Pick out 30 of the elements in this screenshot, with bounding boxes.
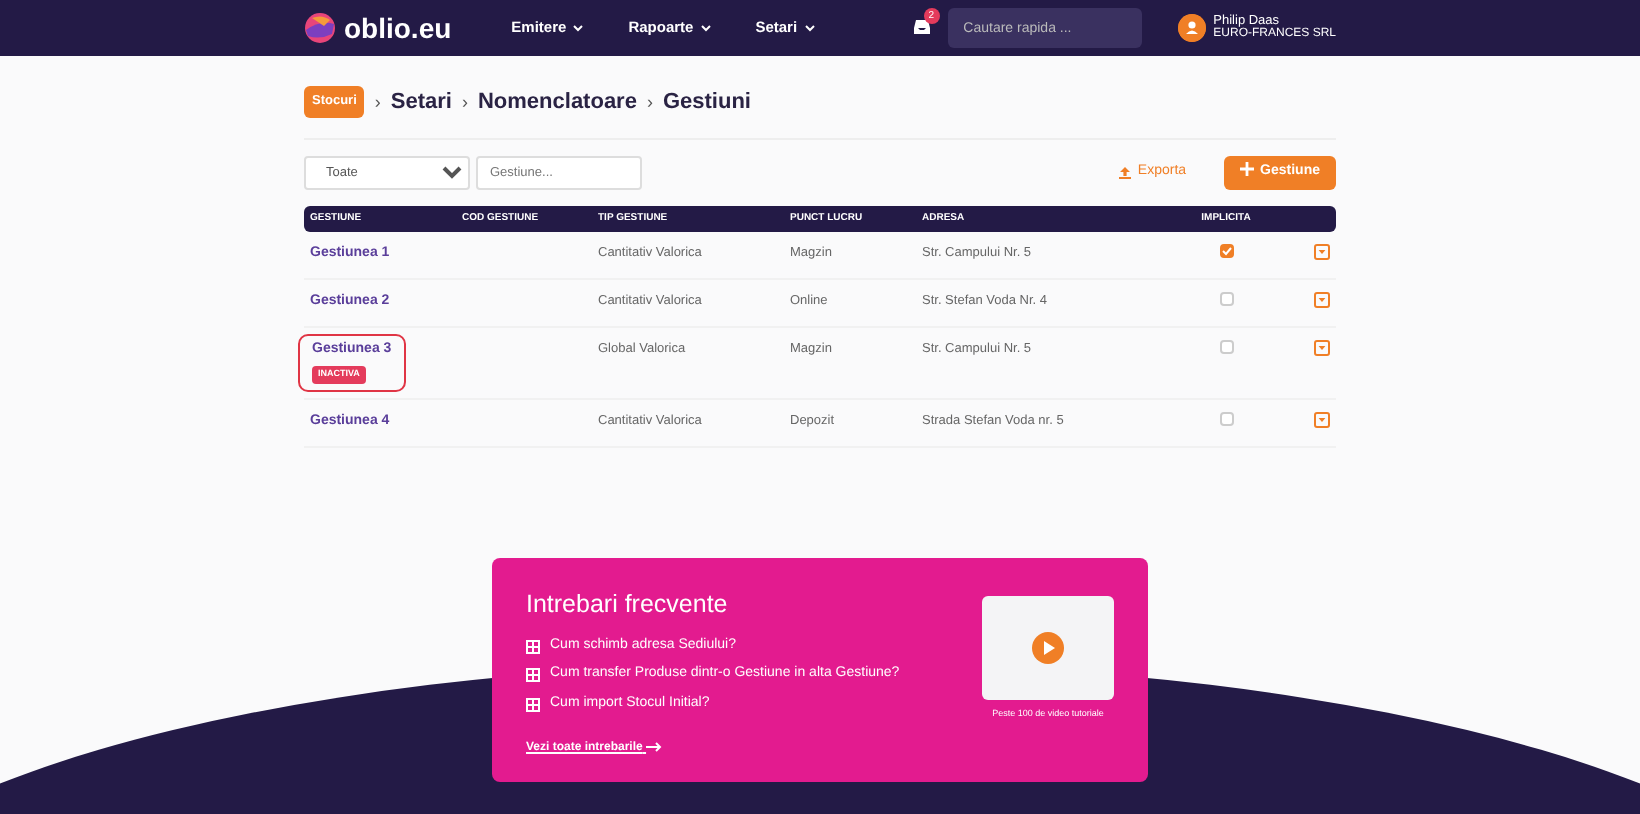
dropdown-icon[interactable] — [1314, 412, 1330, 429]
grid-icon — [526, 697, 540, 711]
breadcrumb-item[interactable]: Gestiuni — [662, 86, 751, 119]
breadcrumb-item[interactable]: Nomenclatoare — [477, 86, 637, 119]
dropdown-icon[interactable] — [1314, 339, 1330, 356]
logo-icon — [304, 12, 336, 44]
breadcrumb-separator: › — [461, 89, 468, 115]
checkbox[interactable] — [1219, 339, 1233, 353]
grid-icon — [526, 639, 540, 653]
inbox-icon — [911, 18, 932, 37]
arrow-icon — [646, 742, 663, 753]
dropdown-icon[interactable] — [1314, 244, 1330, 261]
logo-text[interactable]: oblio.eu — [344, 7, 452, 49]
checkbox[interactable] — [1219, 291, 1233, 306]
caret-icon — [699, 24, 712, 33]
breadcrumb-separator: › — [374, 89, 381, 115]
caret-icon — [803, 24, 816, 33]
avatar-icon[interactable] — [1177, 14, 1206, 42]
play-icon — [1032, 632, 1064, 664]
grid-icon — [526, 668, 540, 682]
checkbox[interactable] — [1219, 244, 1233, 258]
plus-icon — [1240, 162, 1255, 177]
breadcrumb-item[interactable]: Setari — [390, 86, 452, 119]
checkbox[interactable] — [1219, 411, 1233, 426]
caret-icon — [572, 24, 585, 33]
faq-title: Intrebari frecvente — [526, 588, 730, 622]
video-thumbnail[interactable] — [982, 596, 1114, 700]
upload-icon — [1117, 165, 1132, 179]
dropdown-icon[interactable] — [1314, 292, 1330, 309]
breadcrumb-separator: › — [646, 89, 653, 115]
